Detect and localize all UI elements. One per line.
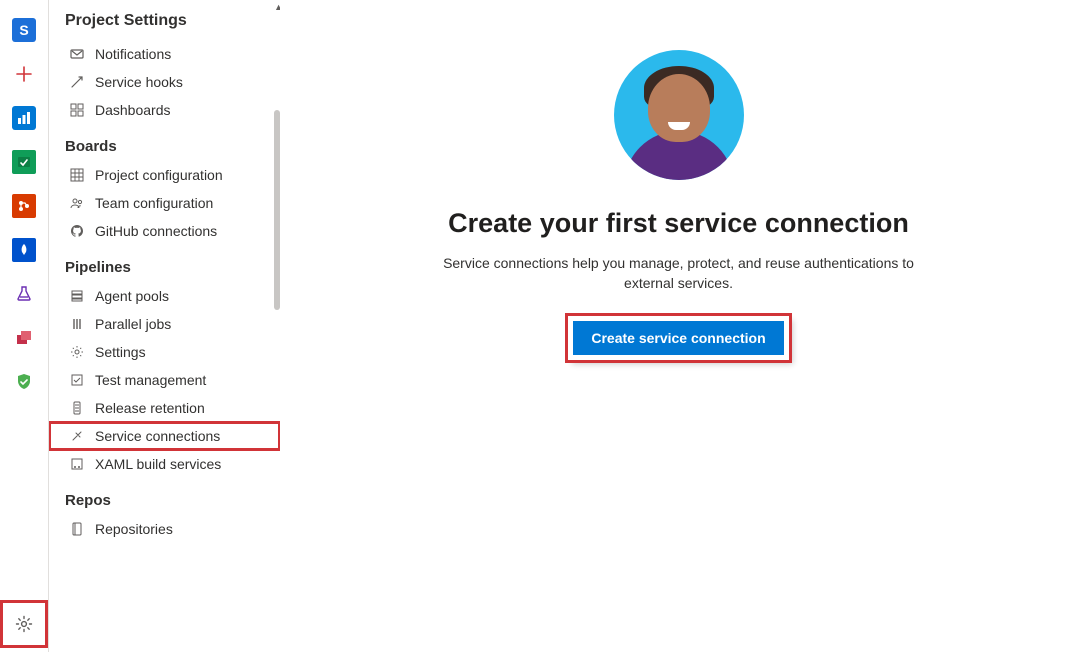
nav-label: Agent pools <box>95 288 169 304</box>
sidebar-scrollbar[interactable] <box>274 0 280 652</box>
nav-label: Notifications <box>95 46 171 62</box>
notification-icon <box>69 46 85 62</box>
nav-project-configuration[interactable]: Project configuration <box>49 161 280 189</box>
repo-icon <box>12 194 36 218</box>
rocket-icon <box>12 238 36 262</box>
nav-label: Team configuration <box>95 195 213 211</box>
grid-icon <box>69 167 85 183</box>
nav-label: Test management <box>95 372 206 388</box>
board-icon <box>12 150 36 174</box>
rail-logo[interactable]: S <box>8 14 40 46</box>
xaml-icon <box>69 456 85 472</box>
nav-parallel-jobs[interactable]: Parallel jobs <box>49 310 280 338</box>
plus-icon <box>12 62 36 86</box>
rail-artifacts[interactable] <box>8 322 40 354</box>
rail-boards[interactable] <box>8 146 40 178</box>
create-button-highlight: Create service connection <box>568 316 788 360</box>
nav-label: Repositories <box>95 521 173 537</box>
artifact-icon <box>12 326 36 350</box>
section-header-pipelines: Pipelines <box>49 245 280 282</box>
nav-label: Settings <box>95 344 146 360</box>
logo-s-icon: S <box>12 18 36 42</box>
parallel-icon <box>69 316 85 332</box>
page-title: Create your first service connection <box>448 208 909 239</box>
nav-test-management[interactable]: Test management <box>49 366 280 394</box>
test-icon <box>69 372 85 388</box>
rail-project-settings[interactable] <box>4 604 44 644</box>
nav-label: Service hooks <box>95 74 183 90</box>
rail-pipelines[interactable] <box>8 234 40 266</box>
nav-dashboards[interactable]: Dashboards <box>49 96 280 124</box>
nav-agent-pools[interactable]: Agent pools <box>49 282 280 310</box>
nav-label: Release retention <box>95 400 205 416</box>
nav-team-configuration[interactable]: Team configuration <box>49 189 280 217</box>
gear-icon <box>12 612 36 636</box>
nav-settings[interactable]: Settings <box>49 338 280 366</box>
github-icon <box>69 223 85 239</box>
shield-icon <box>12 370 36 394</box>
nav-label: Service connections <box>95 428 220 444</box>
sidebar-title: Project Settings <box>49 8 280 40</box>
rail-repos[interactable] <box>8 190 40 222</box>
section-header-boards: Boards <box>49 124 280 161</box>
avatar-illustration <box>614 50 744 180</box>
nav-release-retention[interactable]: Release retention <box>49 394 280 422</box>
settings-sidebar: ▲ Project Settings Notifications Service… <box>48 0 280 652</box>
retention-icon <box>69 400 85 416</box>
dashboard-icon <box>69 102 85 118</box>
flask-icon <box>12 282 36 306</box>
nav-github-connections[interactable]: GitHub connections <box>49 217 280 245</box>
create-service-connection-button[interactable]: Create service connection <box>573 321 783 355</box>
rail-overview[interactable] <box>8 102 40 134</box>
rail-add[interactable] <box>8 58 40 90</box>
nav-repositories[interactable]: Repositories <box>49 515 280 543</box>
page-description: Service connections help you manage, pro… <box>419 253 939 294</box>
nav-service-connections[interactable]: Service connections <box>49 422 280 450</box>
rail-compliance[interactable] <box>8 366 40 398</box>
hook-icon <box>69 74 85 90</box>
main-content: Create your first service connection Ser… <box>280 0 1077 652</box>
left-rail: S <box>0 0 48 652</box>
nav-label: Dashboards <box>95 102 171 118</box>
pool-icon <box>69 288 85 304</box>
chart-icon <box>12 106 36 130</box>
nav-label: GitHub connections <box>95 223 217 239</box>
gear-small-icon <box>69 344 85 360</box>
scrollbar-thumb[interactable] <box>274 110 280 310</box>
rail-test-plans[interactable] <box>8 278 40 310</box>
plug-icon <box>69 428 85 444</box>
repos-icon <box>69 521 85 537</box>
team-icon <box>69 195 85 211</box>
nav-label: Project configuration <box>95 167 223 183</box>
nav-label: Parallel jobs <box>95 316 171 332</box>
nav-service-hooks[interactable]: Service hooks <box>49 68 280 96</box>
section-header-repos: Repos <box>49 478 280 515</box>
nav-xaml-build-services[interactable]: XAML build services <box>49 450 280 478</box>
nav-notifications[interactable]: Notifications <box>49 40 280 68</box>
nav-label: XAML build services <box>95 456 221 472</box>
